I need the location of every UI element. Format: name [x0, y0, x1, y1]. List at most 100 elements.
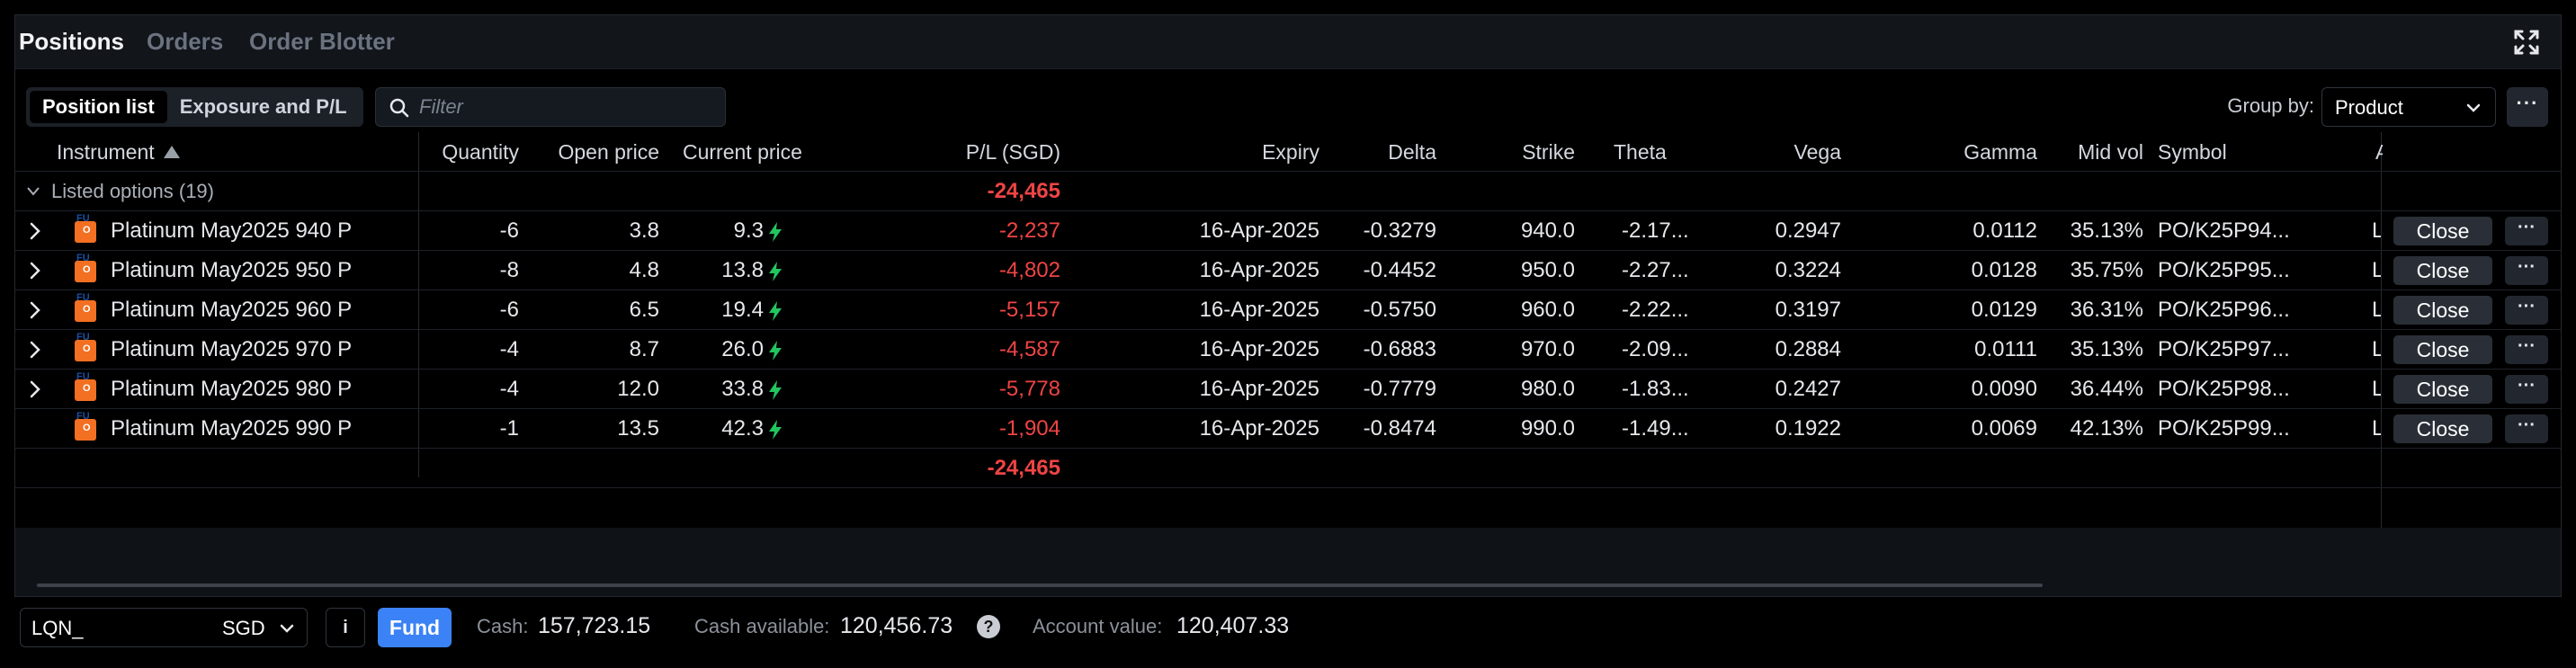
group-row[interactable]: Listed options (19) -24,465	[15, 172, 2561, 211]
col-mid-vol[interactable]: Mid vol	[2037, 132, 2143, 172]
cell-instrument[interactable]: Platinum May2025 950 P	[111, 251, 407, 290]
chevron-right-icon[interactable]	[28, 262, 42, 280]
search-icon	[389, 98, 409, 118]
expand-icon[interactable]	[2512, 28, 2541, 57]
cell-pl: -1,904	[998, 416, 1060, 441]
cell-instrument[interactable]: Platinum May2025 990 P	[111, 409, 407, 449]
row-more-button[interactable]: ···	[2505, 375, 2548, 404]
cell-delta: -0.3279	[1363, 218, 1436, 243]
cell-mid-vol: 35.13%	[2070, 218, 2143, 243]
cell-delta: -0.6883	[1363, 337, 1436, 361]
close-position-button[interactable]: Close	[2393, 375, 2492, 404]
futures-option-badge-icon: FU O	[75, 332, 96, 361]
cell-pl: -2,237	[998, 218, 1060, 243]
col-open-price[interactable]: Open price	[519, 132, 659, 172]
view-exposure-pl[interactable]: Exposure and P/L	[167, 91, 360, 123]
col-expiry[interactable]: Expiry	[1185, 132, 1319, 172]
col-strike[interactable]: Strike	[1436, 132, 1575, 172]
cell-instrument[interactable]: Platinum May2025 960 P	[111, 290, 407, 330]
positions-panel: Positions Orders Order Blotter Position …	[14, 14, 2562, 597]
table-row[interactable]: FU O Platinum May2025 970 P -4 8.7 26.0 -4,587…	[15, 330, 2561, 370]
chevron-right-icon[interactable]	[28, 222, 42, 240]
cell-instrument[interactable]: Platinum May2025 970 P	[111, 330, 407, 370]
col-vega[interactable]: Vega	[1724, 132, 1841, 172]
cell-expiry: 16-Apr-2025	[1199, 258, 1319, 282]
cell-mid-vol: 36.31%	[2070, 298, 2143, 322]
more-icon: ···	[2518, 257, 2536, 277]
filter-input[interactable]	[419, 94, 707, 120]
chevron-down-icon[interactable]	[26, 186, 40, 197]
more-icon: ···	[2518, 336, 2536, 356]
close-position-button[interactable]: Close	[2393, 256, 2492, 285]
row-more-button[interactable]: ···	[2505, 414, 2548, 443]
group-by-value: Product	[2335, 96, 2403, 119]
lightning-icon	[769, 420, 782, 440]
cell-pl: -4,587	[998, 337, 1060, 361]
cell-extra: L	[2372, 337, 2381, 361]
cell-strike: 980.0	[1520, 377, 1575, 401]
chevron-right-icon[interactable]	[28, 301, 42, 319]
table-row[interactable]: FU O Platinum May2025 940 P -6 3.8 9.3 -2,237 1…	[15, 211, 2561, 251]
cell-strike: 950.0	[1520, 258, 1575, 282]
cell-extra: L	[2372, 416, 2381, 441]
group-by-select[interactable]: Product	[2321, 87, 2496, 127]
close-position-button[interactable]: Close	[2393, 335, 2492, 364]
col-gamma[interactable]: Gamma	[1850, 132, 2037, 172]
col-delta[interactable]: Delta	[1319, 132, 1436, 172]
cell-gamma: 0.0090	[1971, 377, 2037, 401]
more-options-button[interactable]: ···	[2507, 87, 2548, 127]
col-instrument[interactable]: Instrument	[57, 132, 210, 172]
col-theta[interactable]: Theta	[1614, 132, 1704, 172]
col-symbol[interactable]: Symbol	[2158, 132, 2266, 172]
total-pl: -24,465	[987, 456, 1060, 480]
cell-theta: -2.27...	[1622, 258, 1689, 282]
chevron-right-icon[interactable]	[28, 341, 42, 359]
info-button[interactable]: i	[326, 608, 365, 647]
horizontal-scrollbar[interactable]	[37, 583, 2043, 587]
cell-vega: 0.2947	[1775, 218, 1841, 243]
col-quantity[interactable]: Quantity	[411, 132, 519, 172]
chevron-down-icon	[2466, 103, 2481, 112]
close-position-button[interactable]: Close	[2393, 296, 2492, 325]
group-label: Listed options (19)	[51, 180, 214, 202]
chevron-right-icon[interactable]	[28, 380, 42, 398]
table-row[interactable]: FU O Platinum May2025 950 P -8 4.8 13.8 -4,802…	[15, 251, 2561, 290]
table-row[interactable]: FU O Platinum May2025 980 P -4 12.0 33.8 -5,77…	[15, 370, 2561, 409]
fund-button[interactable]: Fund	[378, 608, 452, 647]
tab-order-blotter[interactable]: Order Blotter	[249, 28, 395, 56]
help-icon[interactable]: ?	[977, 615, 1000, 638]
cell-theta: -2.17...	[1622, 218, 1689, 243]
sort-ascending-icon[interactable]	[163, 145, 181, 159]
total-row: -24,465	[15, 449, 2561, 488]
table-row[interactable]: FU O Platinum May2025 990 P -1 13.5 42.3 -1,90…	[15, 409, 2561, 449]
cell-gamma: 0.0129	[1971, 298, 2037, 322]
account-select[interactable]: LQN_ SGD	[20, 608, 308, 647]
tab-orders[interactable]: Orders	[147, 28, 223, 56]
cell-instrument[interactable]: Platinum May2025 980 P	[111, 370, 407, 409]
cell-extra: L	[2372, 218, 2381, 243]
row-more-button[interactable]: ···	[2505, 296, 2548, 325]
cell-theta: -1.49...	[1622, 416, 1689, 441]
filter-box[interactable]	[375, 87, 726, 127]
futures-option-badge-icon: FU O	[75, 371, 96, 401]
cell-current-price: 33.8	[721, 377, 764, 401]
table-row[interactable]: FU O Platinum May2025 960 P -6 6.5 19.4 -5,157…	[15, 290, 2561, 330]
view-position-list[interactable]: Position list	[30, 91, 167, 123]
more-icon: ···	[2518, 415, 2536, 435]
row-more-button[interactable]: ···	[2505, 217, 2548, 245]
close-position-button[interactable]: Close	[2393, 414, 2492, 443]
close-position-button[interactable]: Close	[2393, 217, 2492, 245]
account-value-value: 120,407.33	[1176, 613, 1290, 638]
col-pl[interactable]: P/L (SGD)	[825, 132, 1060, 172]
col-extra[interactable]: A	[2375, 132, 2383, 172]
chevron-down-icon	[280, 624, 294, 633]
more-icon: ···	[2518, 297, 2536, 316]
row-more-button[interactable]: ···	[2505, 256, 2548, 285]
cell-gamma: 0.0112	[1972, 218, 2037, 243]
cash-value: 157,723.15	[538, 613, 651, 638]
cell-current-price: 26.0	[721, 337, 764, 361]
row-more-button[interactable]: ···	[2505, 335, 2548, 364]
cell-current-price: 42.3	[721, 416, 764, 441]
cell-instrument[interactable]: Platinum May2025 940 P	[111, 211, 407, 251]
tab-positions[interactable]: Positions	[19, 28, 124, 56]
